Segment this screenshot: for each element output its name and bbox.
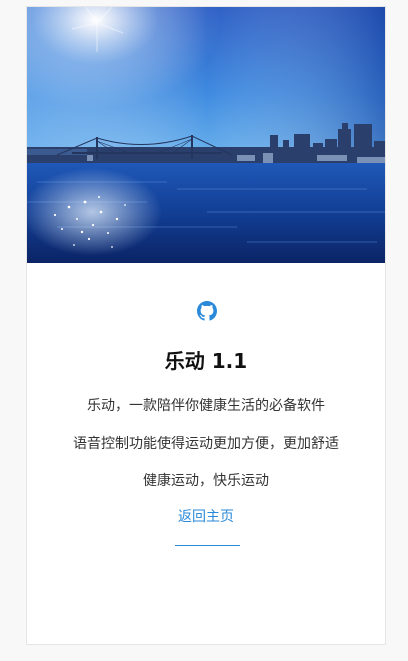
description-line-1: 乐动，一款陪伴你健康生活的必备软件 xyxy=(87,398,325,414)
description-line-2: 语音控制功能使得运动更加方便，更加舒适 xyxy=(73,436,339,452)
description-line-3: 健康运动，快乐运动 xyxy=(143,473,269,489)
back-home-link[interactable]: 返回主页 xyxy=(27,507,385,527)
link-underline-divider xyxy=(175,545,240,546)
hero-image xyxy=(27,7,385,263)
app-title: 乐动 1.1 xyxy=(164,349,248,373)
github-icon xyxy=(197,301,217,321)
app-card: 乐动 1.1 乐动，一款陪伴你健康生活的必备软件 语音控制功能使得运动更加方便，… xyxy=(26,6,386,645)
